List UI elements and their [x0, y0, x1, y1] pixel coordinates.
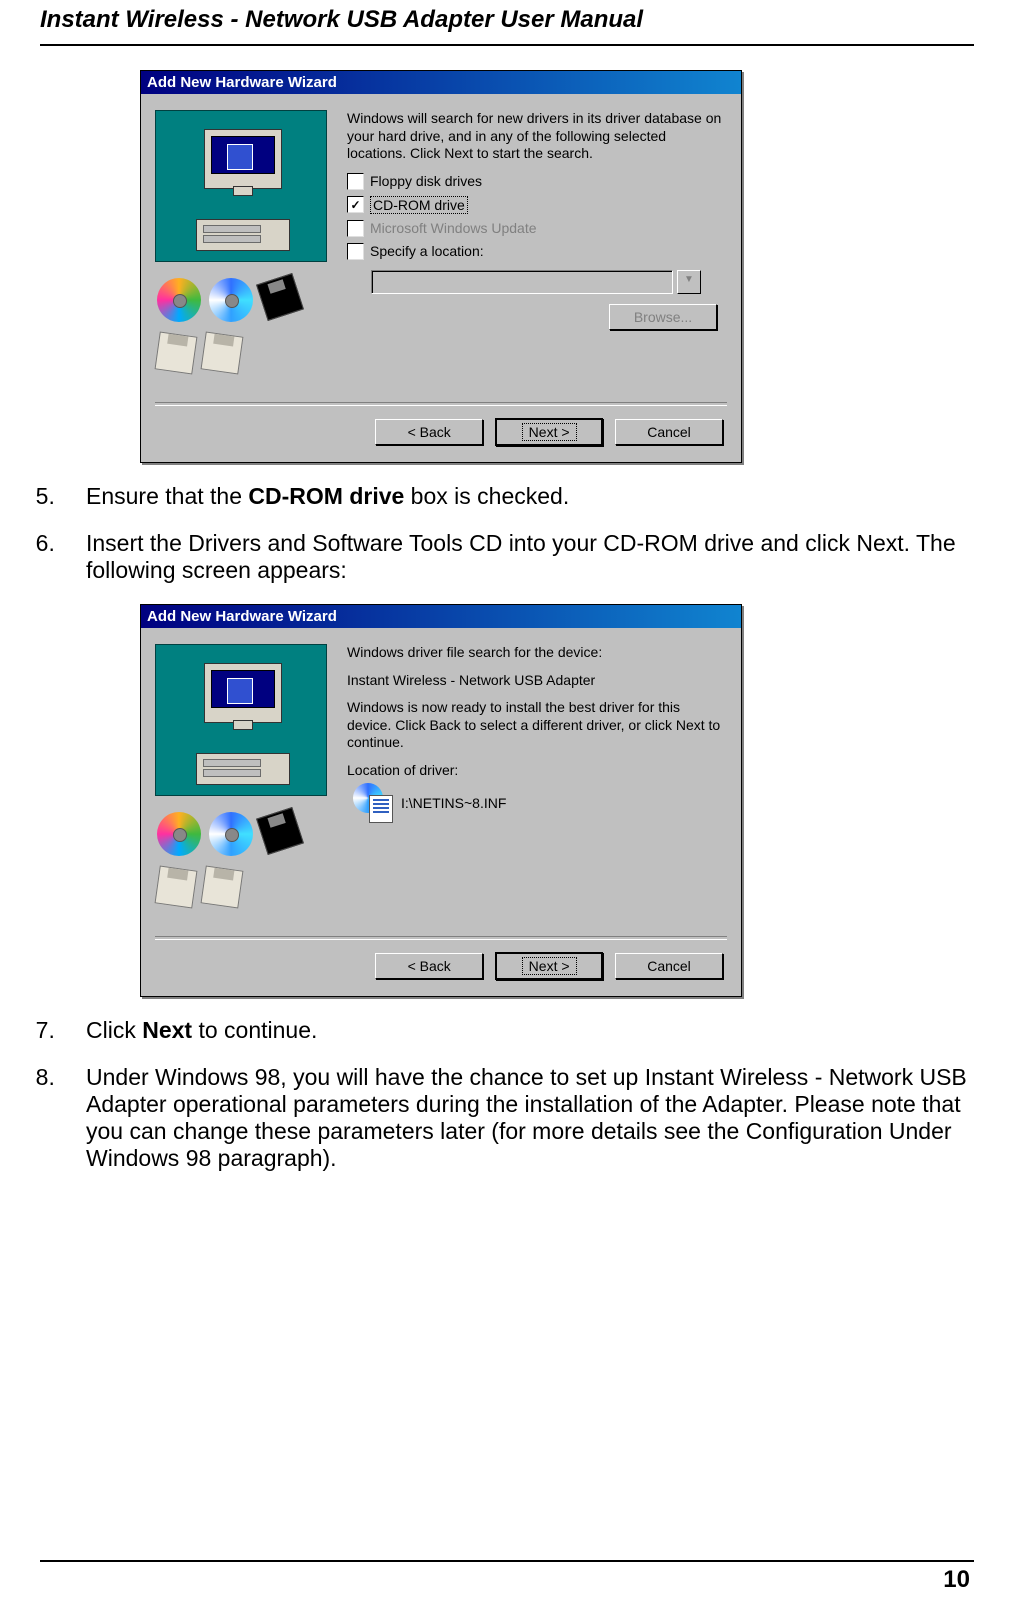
wizard-illustration	[155, 644, 335, 932]
instruction-list: Click Next to continue. Under Windows 98…	[74, 1017, 974, 1172]
checkbox-specify-location[interactable]: Specify a location:	[347, 243, 727, 260]
title-bar-text: Add New Hardware Wizard	[147, 608, 337, 625]
checkbox-label: Specify a location:	[370, 243, 484, 259]
top-rule	[40, 44, 974, 46]
next-button[interactable]: Next >	[495, 952, 603, 980]
device-name: Instant Wireless - Network USB Adapter	[347, 672, 727, 690]
floppy-icon	[201, 866, 244, 909]
cd-icon	[209, 278, 253, 322]
floppy-icon	[201, 332, 244, 375]
computer-graphic	[155, 110, 327, 262]
checkbox-label: CD-ROM drive	[370, 196, 468, 214]
back-button[interactable]: < Back	[375, 953, 483, 979]
page-number: 10	[40, 1566, 974, 1606]
intro-text: Windows will search for new drivers in i…	[347, 110, 727, 163]
driver-file-icon	[353, 783, 393, 823]
step-text: to continue.	[192, 1017, 317, 1043]
browse-button: Browse...	[609, 304, 717, 330]
computer-graphic	[155, 644, 327, 796]
checkbox-floppy[interactable]: Floppy disk drives	[347, 173, 727, 190]
cancel-button[interactable]: Cancel	[615, 419, 723, 445]
instruction-list: Ensure that the CD-ROM drive box is chec…	[74, 483, 974, 584]
floppy-icon	[155, 332, 198, 375]
title-bar: Add New Hardware Wizard	[141, 605, 741, 628]
driver-path: I:\NETINS~8.INF	[401, 795, 506, 811]
step-text-bold: CD-ROM drive	[248, 483, 404, 509]
step-text: Click	[86, 1017, 142, 1043]
search-label: Windows driver file search for the devic…	[347, 644, 727, 662]
step-text-bold: Next	[142, 1017, 192, 1043]
checkbox-icon	[347, 196, 364, 213]
next-button[interactable]: Next >	[495, 418, 603, 446]
checkbox-windows-update: Microsoft Windows Update	[347, 220, 727, 237]
title-bar-text: Add New Hardware Wizard	[147, 74, 337, 91]
dropdown-button[interactable]: ▼	[677, 270, 701, 294]
location-label: Location of driver:	[347, 762, 727, 780]
step-text: box is checked.	[404, 483, 569, 509]
cd-icon	[157, 812, 201, 856]
document-title: Instant Wireless - Network USB Adapter U…	[40, 6, 974, 34]
step-8: Under Windows 98, you will have the chan…	[74, 1064, 974, 1172]
wizard-illustration	[155, 110, 335, 398]
bottom-rule	[40, 1560, 974, 1562]
step-text: Ensure that the	[86, 483, 248, 509]
title-bar: Add New Hardware Wizard	[141, 71, 741, 94]
checkbox-icon	[347, 173, 364, 190]
checkbox-icon	[347, 220, 364, 237]
floppy-icon	[155, 866, 198, 909]
checkbox-label: Floppy disk drives	[370, 173, 482, 189]
cd-icon	[157, 278, 201, 322]
location-input[interactable]	[371, 270, 673, 294]
cd-icon	[209, 812, 253, 856]
install-ready-text: Windows is now ready to install the best…	[347, 699, 727, 752]
checkbox-label: Microsoft Windows Update	[370, 220, 537, 236]
cancel-button[interactable]: Cancel	[615, 953, 723, 979]
wizard-dialog-ready-install: Add New Hardware Wizard Windows driver f…	[140, 604, 742, 997]
step-6: Insert the Drivers and Software Tools CD…	[74, 530, 974, 584]
checkbox-icon	[347, 243, 364, 260]
checkbox-cdrom[interactable]: CD-ROM drive	[347, 196, 727, 214]
wizard-dialog-search-locations: Add New Hardware Wizard Windows will sea…	[140, 70, 742, 463]
floppy-icon	[256, 273, 304, 321]
back-button[interactable]: < Back	[375, 419, 483, 445]
floppy-icon	[256, 807, 304, 855]
step-7: Click Next to continue.	[74, 1017, 974, 1044]
step-5: Ensure that the CD-ROM drive box is chec…	[74, 483, 974, 510]
